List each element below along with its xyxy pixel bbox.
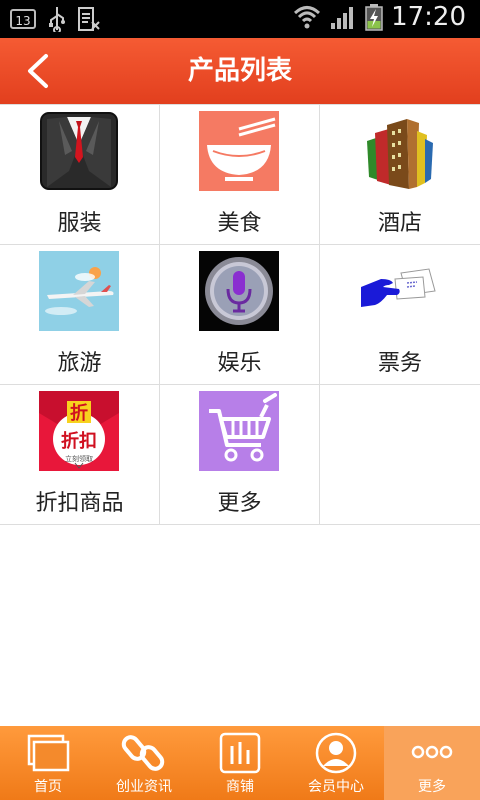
product-label: 更多 xyxy=(217,491,262,516)
tab-label: 更多 xyxy=(418,779,446,795)
link-icon xyxy=(121,735,165,771)
tab-label: 商铺 xyxy=(226,779,254,795)
tab-label: 首页 xyxy=(34,779,62,795)
product-grid: 服装 美食 酒店 旅游 娱乐 票务 折 折扣 立刻领取 折扣商品 更多 xyxy=(0,104,480,525)
shopping-cart-icon xyxy=(199,391,279,471)
home-pages-icon xyxy=(27,734,70,772)
tab-business-news[interactable]: 创业资讯 xyxy=(96,726,192,800)
product-label: 美食 xyxy=(217,211,262,236)
suit-icon xyxy=(40,112,118,190)
svg-text:折扣: 折扣 xyxy=(61,430,97,452)
microphone-icon xyxy=(199,251,279,331)
empty-grid-cell xyxy=(320,385,480,525)
tab-member-center[interactable]: 会员中心 xyxy=(288,726,384,800)
product-item-hotel[interactable]: 酒店 xyxy=(320,105,480,245)
product-item-tickets[interactable]: 票务 xyxy=(320,245,480,385)
notification-count-badge: 13 xyxy=(10,9,36,29)
product-item-travel[interactable]: 旅游 xyxy=(0,245,160,385)
product-label: 折扣商品 xyxy=(35,491,124,516)
airplane-icon xyxy=(39,251,119,331)
ticket-icon xyxy=(361,268,436,307)
buildings-icon xyxy=(367,119,433,189)
product-item-food[interactable]: 美食 xyxy=(160,105,320,245)
wifi-icon xyxy=(294,6,321,29)
sim-icon xyxy=(78,7,100,31)
svg-text:折: 折 xyxy=(70,402,88,424)
signal-icon xyxy=(331,7,354,29)
product-item-more[interactable]: 更多 xyxy=(160,385,320,525)
product-label: 旅游 xyxy=(57,351,102,376)
battery-charging-icon xyxy=(365,4,383,31)
status-bar: 13 17:20 xyxy=(0,0,480,38)
shop-bars-icon xyxy=(219,732,261,774)
product-label: 服装 xyxy=(57,211,102,236)
product-label: 娱乐 xyxy=(217,351,262,376)
tab-label: 会员中心 xyxy=(308,779,364,795)
user-icon xyxy=(315,732,357,774)
more-dots-icon xyxy=(411,745,453,759)
clock: 17:20 xyxy=(391,2,466,32)
svg-text:立刻领取: 立刻领取 xyxy=(65,454,93,463)
product-item-entertainment[interactable]: 娱乐 xyxy=(160,245,320,385)
product-label: 酒店 xyxy=(377,211,422,236)
discount-envelope-icon: 折 折扣 立刻领取 xyxy=(39,391,119,471)
bottom-tab-bar: 首页 创业资讯 商铺 会员中心 更多 xyxy=(0,726,480,800)
product-item-discount[interactable]: 折 折扣 立刻领取 折扣商品 xyxy=(0,385,160,525)
page-title: 产品列表 xyxy=(187,56,292,86)
tab-label: 创业资讯 xyxy=(116,779,172,795)
tab-shop[interactable]: 商铺 xyxy=(192,726,288,800)
bowl-chopsticks-icon xyxy=(199,111,279,191)
app-header: 产品列表 xyxy=(0,38,480,104)
usb-icon xyxy=(49,7,65,32)
tab-more[interactable]: 更多 xyxy=(384,726,480,800)
tab-home[interactable]: 首页 xyxy=(0,726,96,800)
product-item-clothing[interactable]: 服装 xyxy=(0,105,160,245)
product-label: 票务 xyxy=(377,351,422,376)
